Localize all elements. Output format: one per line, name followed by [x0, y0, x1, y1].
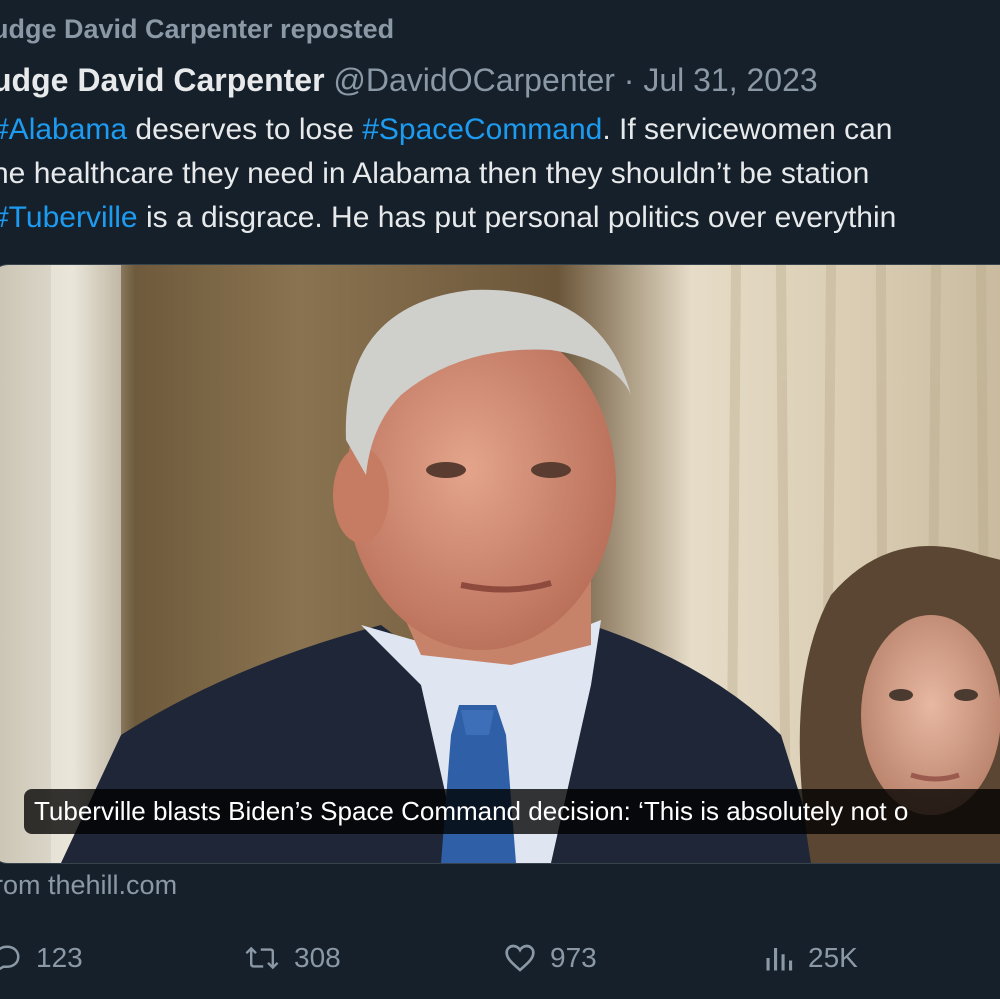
author-handle[interactable]: @DavidOCarpenter [333, 62, 614, 98]
reply-icon [0, 945, 20, 971]
hashtag-spacecommand[interactable]: #SpaceCommand [362, 113, 602, 146]
views-count: 25K [808, 942, 858, 973]
tweet-text-line: #Alabama deserves to lose #SpaceCommand.… [0, 108, 1000, 152]
heart-icon [505, 944, 535, 972]
reply-count: 123 [36, 942, 83, 973]
text-segment: . If servicewomen can [602, 113, 893, 146]
tweet-header: udge David Carpenter @DavidOCarpenter · … [0, 60, 818, 100]
tweet-actions: 123 308 973 25K [0, 930, 1000, 986]
text-segment: is a disgrace. He has put personal polit… [137, 201, 897, 234]
repost-count: 308 [294, 942, 341, 973]
hashtag-tuberville[interactable]: #Tuberville [0, 201, 138, 234]
link-card[interactable] [0, 264, 1000, 864]
card-photo [0, 265, 1000, 863]
views-button[interactable]: 25K [764, 930, 858, 986]
tweet-date[interactable]: Jul 31, 2023 [643, 62, 817, 98]
repost-notice[interactable]: udge David Carpenter reposted [0, 14, 394, 45]
author-name[interactable]: udge David Carpenter [0, 62, 325, 98]
views-icon [766, 948, 793, 971]
text-segment: deserves to lose [127, 113, 363, 146]
repost-button[interactable]: 308 [244, 930, 341, 986]
hashtag-alabama[interactable]: #Alabama [0, 113, 127, 146]
card-source[interactable]: rom thehill.com [0, 870, 177, 901]
separator: · [623, 62, 635, 98]
repost-icon [245, 946, 279, 970]
like-button[interactable]: 973 [504, 930, 597, 986]
tweet-text: #Alabama deserves to lose #SpaceCommand.… [0, 108, 1000, 240]
tweet-text-line: he healthcare they need in Alabama then … [0, 152, 1000, 196]
like-count: 973 [550, 942, 597, 973]
tweet-text-line: #Tuberville is a disgrace. He has put pe… [0, 196, 1000, 240]
reply-button[interactable]: 123 [0, 930, 83, 986]
text-segment: he healthcare they need in Alabama then … [0, 157, 870, 190]
card-caption[interactable]: Tuberville blasts Biden’s Space Command … [24, 789, 1000, 834]
